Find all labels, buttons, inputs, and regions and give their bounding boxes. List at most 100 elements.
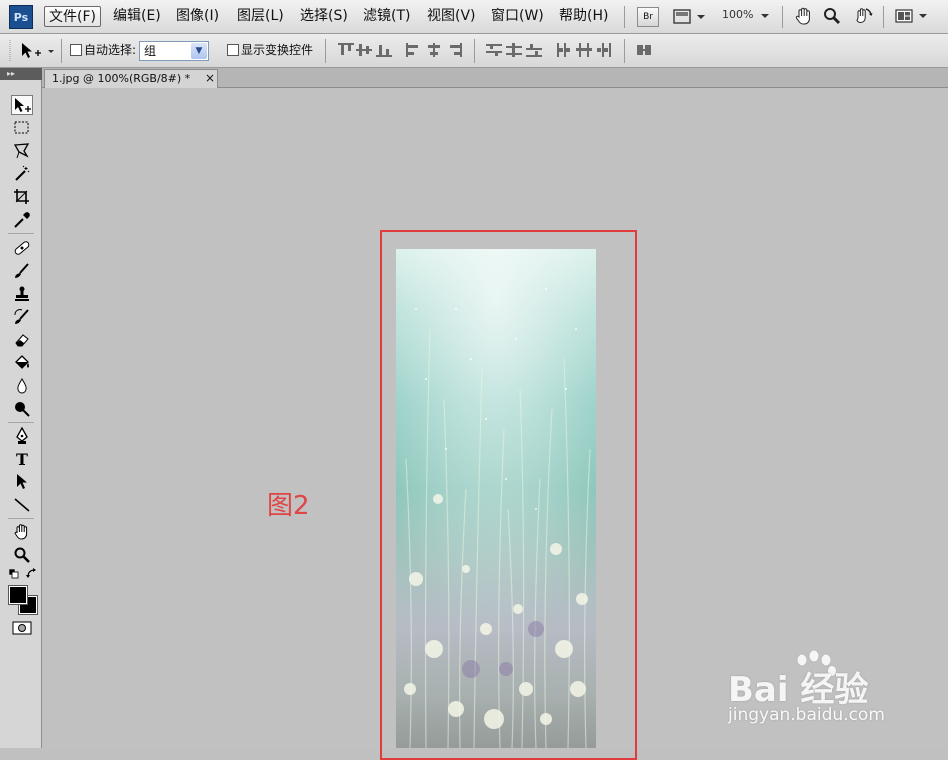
pen-icon [16, 427, 28, 444]
distribute-vertical-centers-icon[interactable] [506, 43, 522, 57]
hand-tool-icon[interactable] [794, 6, 814, 26]
menu-layer[interactable]: 图层(L) [233, 6, 288, 27]
options-separator [325, 39, 326, 63]
menubar-separator [883, 6, 884, 28]
menu-view[interactable]: 视图(V) [423, 6, 480, 27]
menu-help[interactable]: 帮助(H) [555, 6, 612, 27]
quick-mask-icon[interactable] [12, 621, 32, 635]
arrange-documents-icon[interactable] [895, 8, 931, 26]
show-transform-label: 显示变换控件 [241, 43, 314, 57]
align-left-edges-icon[interactable] [406, 43, 422, 57]
annotation-highlight-box [380, 230, 637, 760]
eraser-icon [15, 334, 29, 347]
line-icon [14, 498, 30, 512]
magic-wand-icon [15, 165, 30, 181]
bandage-icon [14, 241, 30, 255]
zoom-tool-icon[interactable] [822, 6, 842, 26]
auto-select-dropdown[interactable]: 组 ▼ [139, 41, 209, 61]
eraser-tool[interactable] [11, 330, 33, 350]
rectangular-marquee-icon [14, 121, 29, 134]
distribute-right-edges-icon[interactable] [596, 43, 612, 57]
lasso-tool[interactable] [11, 141, 33, 161]
eyedropper-tool[interactable] [11, 210, 33, 230]
options-separator [624, 39, 625, 63]
align-top-edges-icon[interactable] [338, 43, 354, 57]
tools-panel-collapse[interactable]: ▸▸ [0, 68, 42, 80]
screen-mode-icon [673, 9, 705, 24]
stamp-icon [15, 286, 29, 301]
dodge-icon [15, 402, 30, 417]
align-horizontal-centers-icon[interactable] [426, 43, 442, 57]
magnifier-icon [14, 547, 30, 563]
blur-tool[interactable] [11, 376, 33, 396]
options-separator [61, 39, 62, 63]
distribute-left-edges-icon[interactable] [556, 43, 572, 57]
menu-filter[interactable]: 滤镜(T) [359, 6, 414, 27]
align-bottom-edges-icon[interactable] [376, 43, 392, 57]
zoom-dropdown-icon[interactable] [760, 12, 770, 20]
pen-tool[interactable] [11, 426, 33, 446]
hand-tool[interactable] [11, 522, 33, 542]
clone-stamp-tool[interactable] [11, 284, 33, 304]
type-tool[interactable]: T [11, 449, 33, 469]
brush-icon [15, 263, 29, 278]
dodge-tool[interactable] [11, 399, 33, 419]
zoom-level[interactable]: 100% [722, 8, 753, 21]
auto-select-value: 组 [144, 44, 157, 58]
move-tool-preset-icon[interactable] [20, 41, 56, 61]
auto-select-checkbox[interactable] [70, 44, 82, 56]
watermark-brand: Bai 经验 [728, 670, 869, 710]
menu-select[interactable]: 选择(S) [296, 6, 352, 27]
line-tool[interactable] [11, 495, 33, 515]
swap-colors-icon[interactable] [26, 568, 38, 580]
distribute-top-edges-icon[interactable] [486, 43, 502, 57]
zoom-tool[interactable] [11, 545, 33, 565]
default-colors-icon[interactable] [9, 569, 19, 579]
baidu-watermark: Bai 经验 jingyan.baidu.com [728, 649, 948, 730]
screen-mode-button[interactable] [672, 7, 708, 27]
document-tab[interactable]: 1.jpg @ 100%(RGB/8#) * × [44, 69, 218, 88]
path-selection-tool[interactable] [11, 472, 33, 492]
path-selection-arrow-icon [17, 474, 27, 489]
menu-edit[interactable]: 编辑(E) [109, 6, 165, 27]
menu-image[interactable]: 图像(I) [172, 6, 223, 27]
tools-separator [8, 422, 34, 423]
figure-label: 图2 [267, 491, 310, 521]
menu-window[interactable]: 窗口(W) [487, 6, 548, 27]
quick-selection-tool[interactable] [11, 164, 33, 184]
close-icon[interactable]: × [205, 70, 215, 87]
water-drop-icon [17, 378, 27, 394]
paint-bucket-tool[interactable] [11, 353, 33, 373]
menu-file[interactable]: 文件(F) [44, 6, 101, 27]
marquee-tool[interactable] [11, 118, 33, 138]
align-right-edges-icon[interactable] [446, 43, 462, 57]
bridge-button[interactable]: Br [637, 7, 659, 27]
options-separator [474, 39, 475, 63]
document-tab-title: 1.jpg @ 100%(RGB/8#) * [52, 72, 191, 85]
eyedropper-icon [14, 212, 30, 228]
crop-tool[interactable] [11, 187, 33, 207]
show-transform-checkbox[interactable] [227, 44, 239, 56]
foreground-color-swatch[interactable] [9, 586, 27, 604]
options-grip-icon [9, 40, 11, 62]
tools-separator [8, 233, 34, 234]
align-vertical-centers-icon[interactable] [356, 43, 372, 57]
svg-text:T: T [16, 450, 28, 468]
rotate-view-icon[interactable] [852, 5, 874, 27]
document-tab-bar: 1.jpg @ 100%(RGB/8#) * × [42, 68, 948, 88]
watermark-url: jingyan.baidu.com [728, 705, 885, 725]
distribute-bottom-edges-icon[interactable] [526, 43, 542, 57]
hand-icon [14, 524, 28, 540]
brush-tool[interactable] [11, 261, 33, 281]
menubar-separator [624, 6, 625, 28]
auto-align-layers-icon[interactable] [636, 43, 652, 57]
polygonal-lasso-icon [13, 143, 30, 159]
crop-slice-icon [14, 189, 29, 204]
move-tool[interactable] [11, 95, 33, 115]
photoshop-logo-icon[interactable]: Ps [9, 5, 33, 29]
distribute-horizontal-centers-icon[interactable] [576, 43, 592, 57]
chevron-down-icon[interactable]: ▼ [191, 43, 207, 59]
paint-bucket-icon [15, 355, 29, 369]
healing-brush-tool[interactable] [11, 238, 33, 258]
history-brush-tool[interactable] [11, 307, 33, 327]
